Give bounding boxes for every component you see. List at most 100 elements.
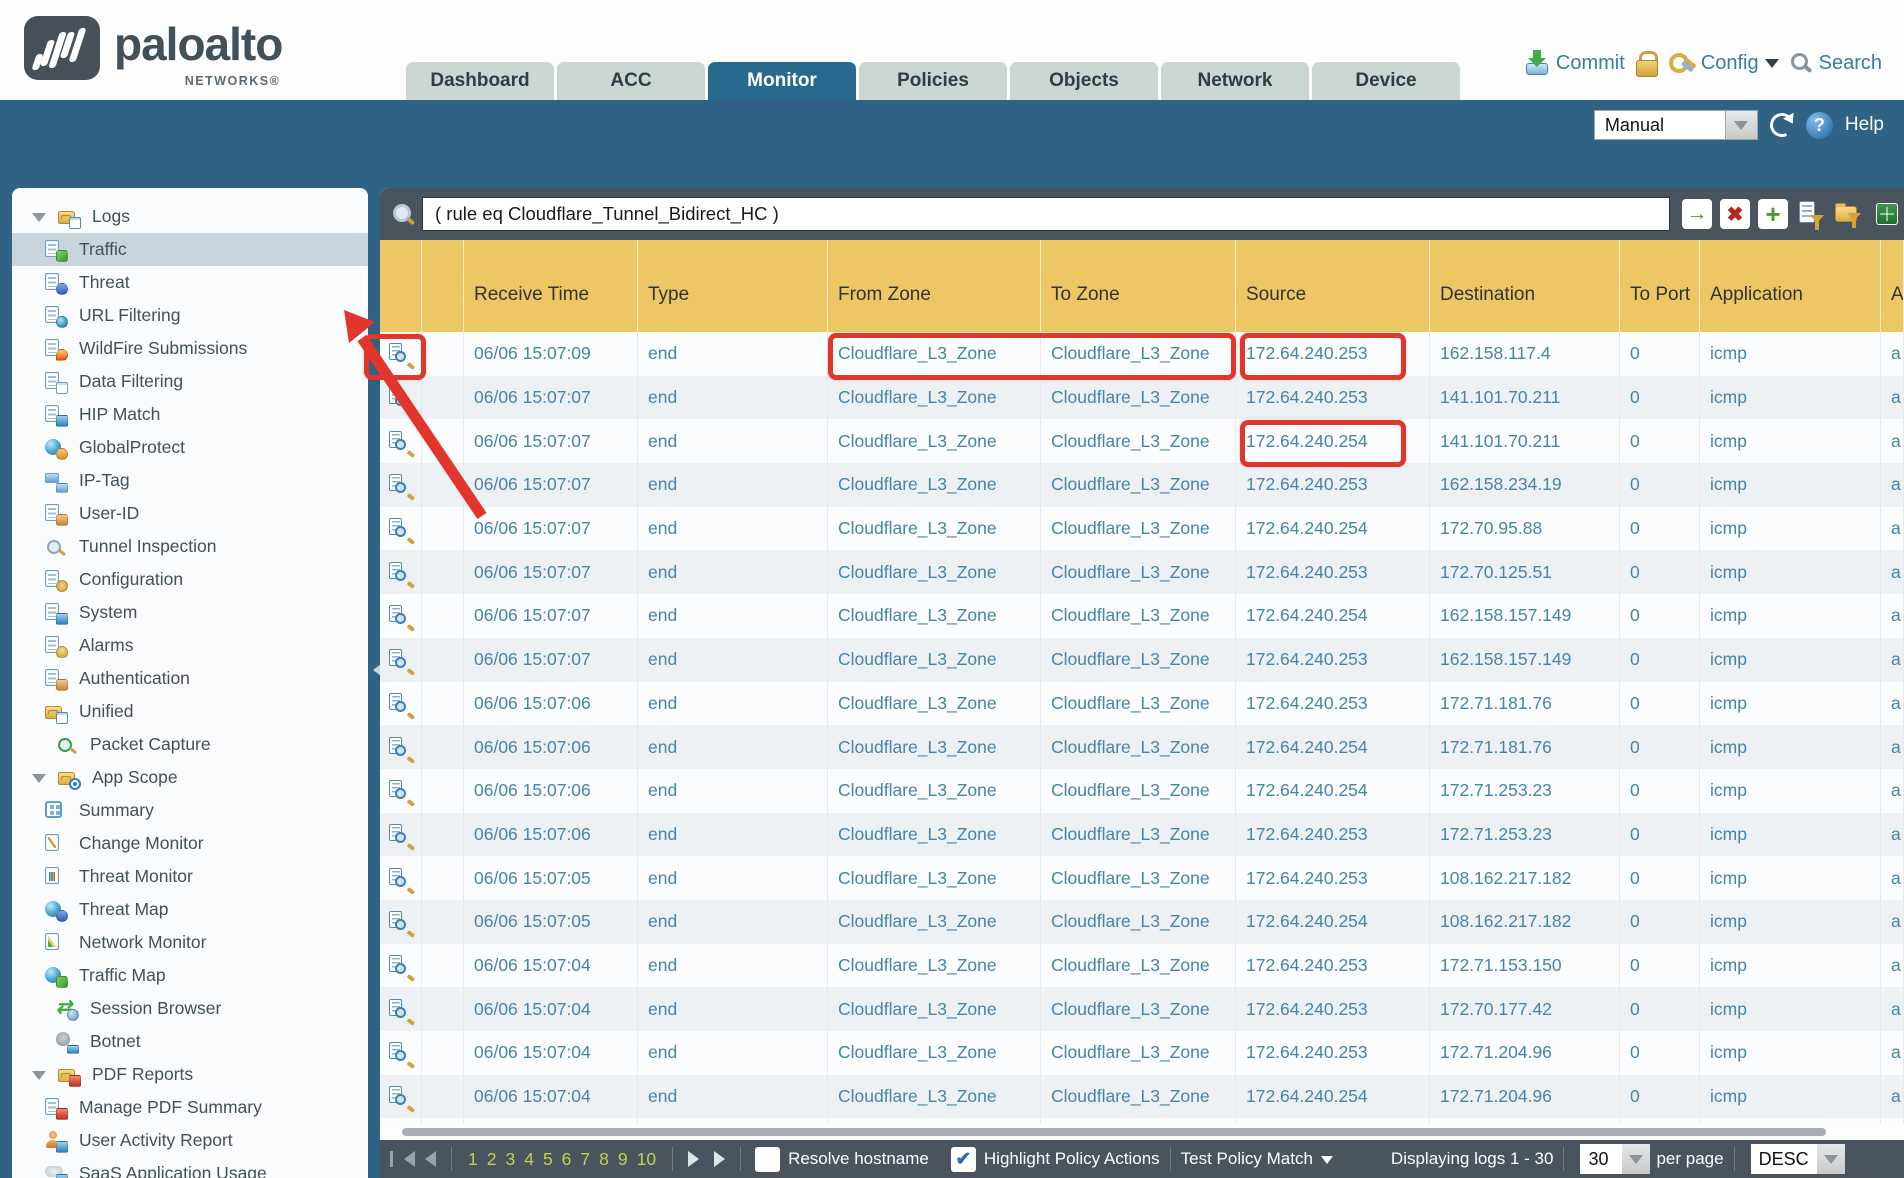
- from-zone-cell[interactable]: Cloudflare_L3_Zone: [828, 419, 1041, 463]
- destination-cell[interactable]: 162.158.157.149: [1430, 594, 1620, 638]
- tab-network[interactable]: Network: [1161, 62, 1309, 100]
- log-detail-cell[interactable]: [380, 856, 422, 900]
- from-zone-cell[interactable]: Cloudflare_L3_Zone: [828, 987, 1041, 1031]
- action-cell[interactable]: a: [1881, 419, 1904, 463]
- log-detail-icon[interactable]: [387, 868, 414, 896]
- table-row[interactable]: 06/06 15:07:04endCloudflare_L3_ZoneCloud…: [380, 1075, 1904, 1119]
- application-cell[interactable]: icmp: [1700, 594, 1881, 638]
- sort-order-dropdown-button[interactable]: [1817, 1144, 1845, 1174]
- destination-cell[interactable]: 172.70.95.88: [1430, 507, 1620, 551]
- source-cell[interactable]: 172.64.240.253: [1236, 944, 1430, 988]
- sidebar-item-threat-monitor[interactable]: Threat Monitor: [12, 860, 368, 893]
- column-header-source[interactable]: Source: [1236, 240, 1430, 332]
- to-zone-cell[interactable]: Cloudflare_L3_Zone: [1041, 813, 1236, 857]
- log-detail-cell[interactable]: [380, 463, 422, 507]
- sidebar-item-manage-pdf-summary[interactable]: Manage PDF Summary: [12, 1091, 368, 1124]
- tab-dashboard[interactable]: Dashboard: [406, 62, 554, 100]
- action-cell[interactable]: a: [1881, 682, 1904, 726]
- help-label[interactable]: Help: [1845, 114, 1884, 136]
- receive-time-cell[interactable]: 06/06 15:07:04: [464, 1031, 638, 1075]
- from-zone-cell[interactable]: Cloudflare_L3_Zone: [828, 638, 1041, 682]
- action-cell[interactable]: a: [1881, 550, 1904, 594]
- destination-cell[interactable]: 162.158.117.4: [1430, 332, 1620, 376]
- tab-policies[interactable]: Policies: [859, 62, 1007, 100]
- log-detail-cell[interactable]: [380, 507, 422, 551]
- to-zone-cell[interactable]: Cloudflare_L3_Zone: [1041, 638, 1236, 682]
- receive-time-cell[interactable]: 06/06 15:07:07: [464, 550, 638, 594]
- from-zone-cell[interactable]: Cloudflare_L3_Zone: [828, 1031, 1041, 1075]
- log-filter-input[interactable]: [422, 197, 1670, 231]
- sidebar-item-threat-map[interactable]: Threat Map: [12, 893, 368, 926]
- to-zone-cell[interactable]: Cloudflare_L3_Zone: [1041, 856, 1236, 900]
- to-zone-cell[interactable]: Cloudflare_L3_Zone: [1041, 1031, 1236, 1075]
- table-row[interactable]: 06/06 15:07:06endCloudflare_L3_ZoneCloud…: [380, 725, 1904, 769]
- action-cell[interactable]: a: [1881, 769, 1904, 813]
- to-zone-cell[interactable]: Cloudflare_L3_Zone: [1041, 944, 1236, 988]
- destination-cell[interactable]: 172.71.204.96: [1430, 1075, 1620, 1119]
- table-row[interactable]: 06/06 15:07:06endCloudflare_L3_ZoneCloud…: [380, 813, 1904, 857]
- application-cell[interactable]: icmp: [1700, 944, 1881, 988]
- log-detail-cell[interactable]: [380, 813, 422, 857]
- sidebar-item-authentication[interactable]: Authentication: [12, 662, 368, 695]
- table-row[interactable]: 06/06 15:07:04endCloudflare_L3_ZoneCloud…: [380, 1031, 1904, 1075]
- action-cell[interactable]: a: [1881, 856, 1904, 900]
- from-zone-cell[interactable]: Cloudflare_L3_Zone: [828, 507, 1041, 551]
- to-zone-cell[interactable]: Cloudflare_L3_Zone: [1041, 332, 1236, 376]
- to-zone-cell[interactable]: Cloudflare_L3_Zone: [1041, 463, 1236, 507]
- to-zone-cell[interactable]: Cloudflare_L3_Zone: [1041, 987, 1236, 1031]
- log-detail-cell[interactable]: [380, 376, 422, 420]
- page-number-3[interactable]: 3: [505, 1149, 515, 1170]
- destination-cell[interactable]: 172.71.204.96: [1430, 1031, 1620, 1075]
- to-zone-cell[interactable]: Cloudflare_L3_Zone: [1041, 682, 1236, 726]
- source-cell[interactable]: 172.64.240.253: [1236, 813, 1430, 857]
- destination-cell[interactable]: 172.70.177.42: [1430, 987, 1620, 1031]
- log-detail-icon[interactable]: [387, 605, 414, 633]
- log-detail-cell[interactable]: [380, 682, 422, 726]
- receive-time-cell[interactable]: 06/06 15:07:04: [464, 987, 638, 1031]
- to-zone-cell[interactable]: Cloudflare_L3_Zone: [1041, 900, 1236, 944]
- sidebar-item-tunnel-inspection[interactable]: Tunnel Inspection: [12, 530, 368, 563]
- column-header-from-zone[interactable]: From Zone: [828, 240, 1041, 332]
- destination-cell[interactable]: 172.70.125.51: [1430, 550, 1620, 594]
- log-detail-icon[interactable]: [387, 431, 414, 459]
- sidebar-item-botnet[interactable]: Botnet: [12, 1025, 368, 1058]
- column-header-destination[interactable]: Destination: [1430, 240, 1620, 332]
- horizontal-scrollbar[interactable]: [380, 1124, 1904, 1140]
- action-cell[interactable]: a: [1881, 594, 1904, 638]
- source-cell[interactable]: 172.64.240.253: [1236, 332, 1430, 376]
- sidebar-item-summary[interactable]: Summary: [12, 794, 368, 827]
- column-header-blank[interactable]: [380, 240, 422, 332]
- application-cell[interactable]: icmp: [1700, 682, 1881, 726]
- from-zone-cell[interactable]: Cloudflare_L3_Zone: [828, 594, 1041, 638]
- from-zone-cell[interactable]: Cloudflare_L3_Zone: [828, 550, 1041, 594]
- sidebar-item-packet-capture[interactable]: Packet Capture: [12, 728, 368, 761]
- test-policy-match-button[interactable]: Test Policy Match: [1181, 1149, 1333, 1170]
- application-cell[interactable]: icmp: [1700, 376, 1881, 420]
- page-number-7[interactable]: 7: [580, 1149, 590, 1170]
- action-cell[interactable]: a: [1881, 725, 1904, 769]
- table-row[interactable]: 06/06 15:07:06endCloudflare_L3_ZoneCloud…: [380, 682, 1904, 726]
- sidebar-item-wildfire-submissions[interactable]: WildFire Submissions: [12, 332, 368, 365]
- source-cell[interactable]: 172.64.240.254: [1236, 594, 1430, 638]
- receive-time-cell[interactable]: 06/06 15:07:04: [464, 944, 638, 988]
- sidebar-item-configuration[interactable]: Configuration: [12, 563, 368, 596]
- table-row[interactable]: 06/06 15:07:06endCloudflare_L3_ZoneCloud…: [380, 769, 1904, 813]
- first-page-button[interactable]: [404, 1151, 415, 1167]
- sidebar-item-url-filtering[interactable]: URL Filtering: [12, 299, 368, 332]
- source-cell[interactable]: 172.64.240.254: [1236, 769, 1430, 813]
- action-cell[interactable]: a: [1881, 507, 1904, 551]
- table-row[interactable]: 06/06 15:07:04endCloudflare_L3_ZoneCloud…: [380, 944, 1904, 988]
- log-detail-icon[interactable]: [387, 780, 414, 808]
- log-detail-icon[interactable]: [387, 737, 414, 765]
- sidebar-item-data-filtering[interactable]: Data Filtering: [12, 365, 368, 398]
- clear-filter-button[interactable]: ✖: [1720, 199, 1750, 229]
- page-number-2[interactable]: 2: [487, 1149, 497, 1170]
- destination-cell[interactable]: 172.71.253.23: [1430, 813, 1620, 857]
- to-zone-cell[interactable]: Cloudflare_L3_Zone: [1041, 550, 1236, 594]
- log-detail-cell[interactable]: [380, 987, 422, 1031]
- sidebar-item-logs[interactable]: Logs: [12, 200, 368, 233]
- source-cell[interactable]: 172.64.240.253: [1236, 1031, 1430, 1075]
- sidebar-item-change-monitor[interactable]: Change Monitor: [12, 827, 368, 860]
- source-cell[interactable]: 172.64.240.254: [1236, 419, 1430, 463]
- application-cell[interactable]: icmp: [1700, 419, 1881, 463]
